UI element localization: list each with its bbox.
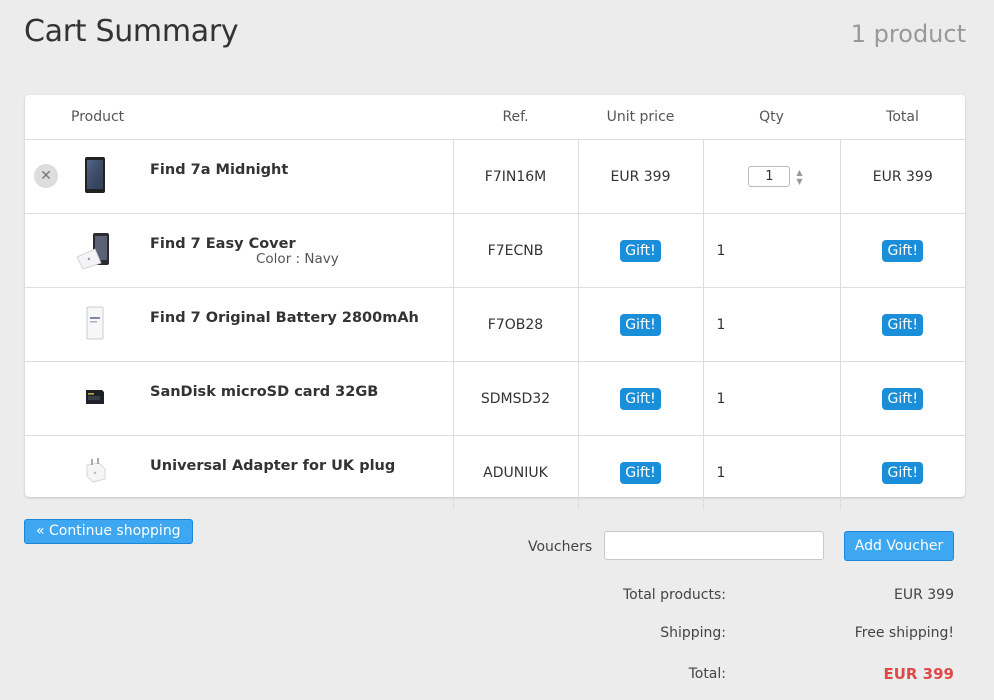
ref-cell: ADUNIUK — [452, 435, 578, 509]
total-cell: Gift! — [839, 361, 965, 436]
table-row: Universal Adapter for UK plug ADUNIUK Gi… — [25, 435, 965, 510]
sd-card-image[interactable] — [75, 377, 115, 417]
gift-badge: Gift! — [620, 461, 661, 484]
gift-badge: Gift! — [882, 387, 924, 410]
gift-badge: Gift! — [620, 313, 661, 336]
gift-badge: Gift! — [882, 313, 924, 336]
product-cell: Universal Adapter for UK plug — [25, 436, 453, 510]
product-cell: Find 7 Easy Cover Color : Navy — [25, 213, 453, 288]
ref-cell: F7IN16M — [452, 139, 578, 214]
voucher-label: Vouchers — [528, 539, 593, 555]
table-row: SanDisk microSD card 32GB SDMSD32 Gift! … — [25, 361, 965, 436]
product-name-link[interactable]: Find 7 Easy Cover — [150, 236, 296, 252]
total-label: Total: — [688, 666, 726, 682]
gift-badge: Gift! — [882, 461, 924, 484]
product-name-link[interactable]: SanDisk microSD card 32GB — [150, 384, 378, 400]
product-variant: Color : Navy — [256, 251, 339, 267]
total-cell: Gift! — [839, 287, 965, 362]
unit-price-cell: Gift! — [577, 361, 703, 436]
cart-table: Product Ref. Unit price Qty Total ✕ Find… — [25, 95, 965, 509]
product-count: 1 product — [850, 20, 966, 48]
column-header-qty: Qty — [703, 95, 840, 140]
unit-price-cell: Gift! — [577, 213, 703, 288]
table-row: ✕ Find 7a Midnight F7IN16M EUR 399 1 ▲ ▼… — [25, 139, 965, 214]
total-products-label: Total products: — [622, 587, 726, 603]
remove-item-button[interactable]: ✕ — [34, 164, 58, 188]
product-name-link[interactable]: Find 7 Original Battery 2800mAh — [150, 310, 419, 326]
quantity-stepper[interactable]: ▲ ▼ — [796, 168, 802, 186]
add-voucher-button[interactable]: Add Voucher — [844, 531, 954, 561]
table-row: Find 7 Original Battery 2800mAh F7OB28 G… — [25, 287, 965, 362]
product-name-link[interactable]: Universal Adapter for UK plug — [150, 458, 395, 474]
unit-price-cell: Gift! — [577, 435, 703, 509]
phone-cover-image[interactable] — [75, 229, 115, 269]
unit-price-cell: EUR 399 — [577, 139, 703, 214]
product-name-link[interactable]: Find 7a Midnight — [150, 162, 288, 178]
product-cell: Find 7 Original Battery 2800mAh — [25, 287, 453, 362]
qty-cell: ▲ ▼ — [702, 139, 840, 214]
qty-cell: 1 — [702, 435, 840, 509]
total-cell: Gift! — [839, 435, 965, 509]
ref-cell: F7OB28 — [452, 287, 578, 362]
page-title: Cart Summary — [24, 14, 239, 49]
total-cell: EUR 399 — [839, 139, 965, 214]
plug-adapter-image[interactable] — [75, 451, 115, 491]
total-products-value: EUR 399 — [894, 587, 954, 603]
chevron-down-icon[interactable]: ▼ — [796, 177, 802, 186]
qty-cell: 1 — [702, 361, 840, 436]
column-header-ref: Ref. — [453, 95, 578, 140]
phone-image[interactable] — [75, 155, 115, 195]
continue-shopping-button[interactable]: « Continue shopping — [24, 519, 193, 544]
total-cell: Gift! — [839, 213, 965, 288]
chevron-up-icon[interactable]: ▲ — [796, 168, 802, 177]
column-header-product: Product — [25, 95, 453, 140]
gift-badge: Gift! — [620, 387, 661, 410]
column-header-unit-price: Unit price — [578, 95, 703, 140]
shipping-value: Free shipping! — [854, 625, 954, 641]
table-header-row: Product Ref. Unit price Qty Total — [25, 95, 965, 140]
table-row: Find 7 Easy Cover Color : Navy F7ECNB Gi… — [25, 213, 965, 288]
quantity-input[interactable] — [748, 166, 791, 187]
product-cell: SanDisk microSD card 32GB — [25, 361, 453, 436]
qty-cell: 1 — [702, 213, 840, 288]
ref-cell: SDMSD32 — [452, 361, 578, 436]
total-value: EUR 399 — [883, 665, 954, 683]
qty-cell: 1 — [702, 287, 840, 362]
gift-badge: Gift! — [882, 239, 924, 262]
product-cell: ✕ Find 7a Midnight — [25, 139, 453, 214]
voucher-input[interactable] — [604, 531, 824, 560]
ref-cell: F7ECNB — [452, 213, 578, 288]
gift-badge: Gift! — [620, 239, 661, 262]
battery-image[interactable] — [75, 303, 115, 343]
cart-table-card: Product Ref. Unit price Qty Total ✕ Find… — [25, 95, 965, 509]
shipping-label: Shipping: — [660, 625, 726, 641]
column-header-total: Total — [840, 95, 965, 140]
unit-price-cell: Gift! — [577, 287, 703, 362]
